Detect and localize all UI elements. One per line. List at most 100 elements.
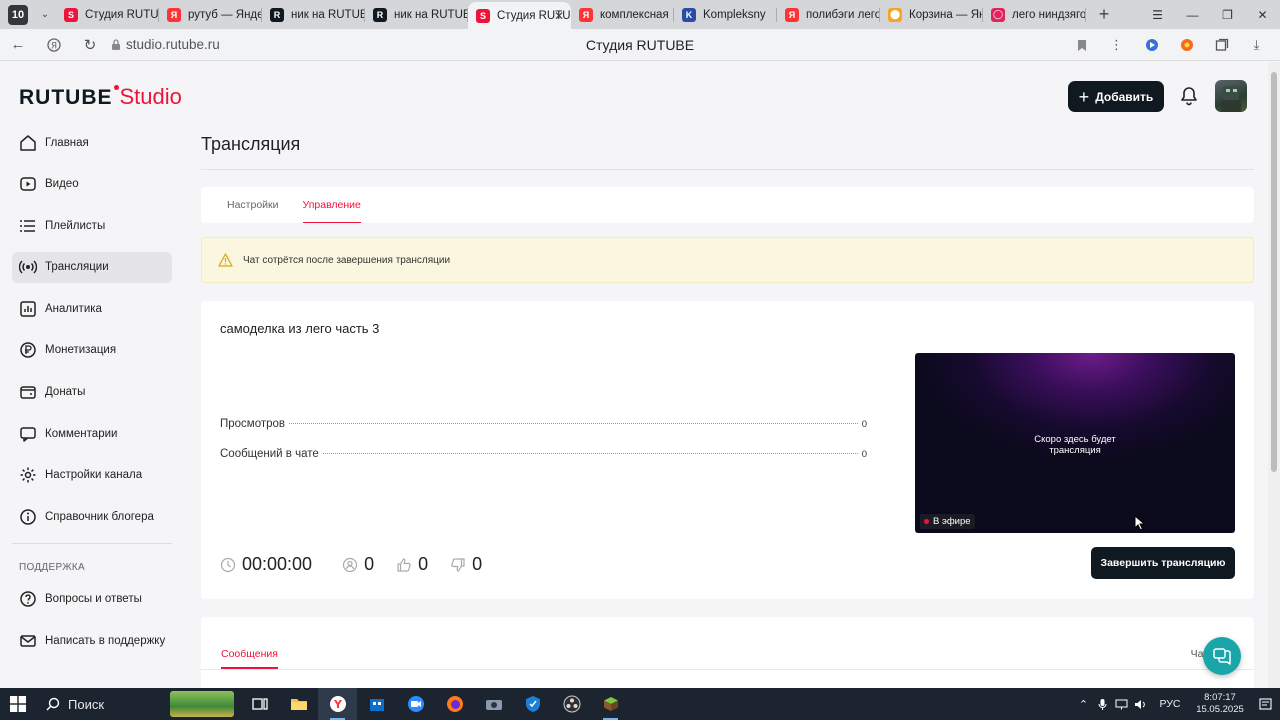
minimize-icon[interactable]: — xyxy=(1175,0,1210,29)
volume-icon[interactable] xyxy=(1131,699,1150,710)
maximize-icon[interactable]: ❐ xyxy=(1210,0,1245,29)
new-tab-button[interactable]: + xyxy=(1092,4,1116,25)
support-chat-button[interactable] xyxy=(1203,637,1241,675)
sidebar-item-help[interactable]: Вопросы и ответы xyxy=(12,584,172,615)
stream-card: самоделка из лего часть 3 Просмотров 0 С… xyxy=(201,301,1254,599)
firefox-icon[interactable] xyxy=(435,688,474,720)
avatar[interactable] xyxy=(1215,80,1247,112)
bookmark-icon[interactable] xyxy=(1064,39,1099,52)
camera-icon[interactable] xyxy=(474,688,513,720)
browser-tab-label: лего ниндзяго xyxy=(1012,8,1086,21)
market-icon: ⬤ xyxy=(888,7,902,22)
sidebar-item-video[interactable]: Видео xyxy=(12,169,172,200)
zoom-icon[interactable] xyxy=(396,688,435,720)
network-icon[interactable] xyxy=(1112,699,1131,710)
sidebar-item-donate[interactable]: Донаты xyxy=(12,377,172,408)
warning-banner: Чат сотрётся после завершения трансляции xyxy=(201,237,1254,283)
browser-tab-label: Kompleksny xyxy=(703,8,766,21)
sidebar-item-analytics[interactable]: Аналитика xyxy=(12,293,172,324)
search-highlight-image[interactable] xyxy=(170,691,234,717)
sidebar-item-broadcast[interactable]: Трансляции xyxy=(12,251,172,283)
sidebar-item-settings[interactable]: Настройки канала xyxy=(12,460,172,491)
video-icon xyxy=(19,175,37,193)
notifications-icon[interactable] xyxy=(1250,697,1280,711)
download-icon[interactable]: ⤓ xyxy=(1239,37,1274,53)
obs-icon[interactable] xyxy=(552,688,591,720)
tab-messages[interactable]: Сообщения xyxy=(221,648,278,669)
sidebar-item-playlist[interactable]: Плейлисты xyxy=(12,210,172,241)
windows-taskbar: Поиск Y ⌃ РУС 8:07:17 15.05.2025 xyxy=(0,688,1280,720)
stat-chat-messages-value: 0 xyxy=(861,449,867,460)
add-button[interactable]: + Добавить xyxy=(1068,81,1164,112)
reload-icon[interactable]: ↻ xyxy=(72,29,108,61)
menu-icon[interactable]: ☰ xyxy=(1140,0,1175,29)
sidebar-item-label: Трансляции xyxy=(45,261,109,274)
browser-tab[interactable]: ⬤ Корзина — Яндекс xyxy=(880,0,983,29)
sidebar-item-mail[interactable]: Написать в поддержку xyxy=(12,626,172,657)
sidebar-item-monetization[interactable]: Монетизация xyxy=(12,335,172,366)
comments-icon xyxy=(19,425,37,443)
sidebar-item-home[interactable]: Главная xyxy=(12,127,172,158)
yandex-icon: Я xyxy=(785,7,799,22)
stat-views-value: 0 xyxy=(861,419,867,430)
sidebar-item-label: Комментарии xyxy=(45,427,118,440)
mail-icon xyxy=(19,632,37,650)
live-counters: 00:00:00 0 0 0 xyxy=(220,554,504,575)
warning-text: Чат сотрётся после завершения трансляции xyxy=(243,254,451,266)
svg-text:Y: Y xyxy=(333,698,343,711)
bell-icon[interactable] xyxy=(1178,85,1200,107)
tab-counter-badge[interactable]: 10 xyxy=(8,4,28,25)
page-title: Трансляция xyxy=(201,134,301,154)
close-icon[interactable]: ✕ xyxy=(1245,0,1280,29)
donate-icon xyxy=(19,383,37,401)
yandex-protect-icon[interactable]: Я xyxy=(36,29,72,61)
sidebar-item-comments[interactable]: Комментарии xyxy=(12,418,172,449)
rutube-studio-logo[interactable]: RUTUBE Studio xyxy=(19,84,182,110)
store-icon[interactable] xyxy=(357,688,396,720)
stream-preview[interactable]: Скоро здесь будет трансляция В эфире xyxy=(915,353,1235,533)
stat-chat-messages: Сообщений в чате 0 xyxy=(220,448,867,460)
rutube-icon: R xyxy=(270,7,284,22)
analytics-icon xyxy=(19,300,37,318)
language-indicator[interactable]: РУС xyxy=(1150,698,1190,710)
sidebar-item-label: Настройки канала xyxy=(45,469,143,482)
browser-tab[interactable]: SСтудия RUTUBE✕ xyxy=(468,2,571,29)
mouse-cursor-icon xyxy=(1134,515,1146,531)
microphone-icon[interactable] xyxy=(1093,698,1112,711)
divider xyxy=(201,169,1254,170)
url-text[interactable]: studio.rutube.ru xyxy=(126,37,220,52)
address-bar: ← Я ↻ studio.rutube.ru Студия RUTUBE ⋮ ⤓ xyxy=(0,29,1280,61)
close-tab-icon[interactable]: ✕ xyxy=(554,9,564,23)
collections-icon[interactable] xyxy=(1204,38,1239,52)
browser-tab[interactable]: Rник на RUTUBE xyxy=(365,0,468,29)
task-view-icon[interactable] xyxy=(240,688,279,720)
file-explorer-icon[interactable] xyxy=(279,688,318,720)
sidebar-item-info[interactable]: Справочник блогера xyxy=(12,501,172,532)
chevron-down-icon[interactable]: ⌄ xyxy=(34,9,56,20)
browser-tab[interactable]: ◯ лего ниндзяго xyxy=(983,0,1086,29)
tab-management[interactable]: Управление xyxy=(302,187,362,223)
windows-start-icon[interactable] xyxy=(0,688,36,720)
playlist-icon xyxy=(19,217,37,235)
back-arrow-icon[interactable]: ← xyxy=(0,29,36,61)
sidebar-item-label: Справочник блогера xyxy=(45,510,154,523)
alice-icon[interactable] xyxy=(1169,38,1204,52)
browser-tab[interactable]: S Студия RUTUBE xyxy=(56,0,159,29)
browser-tab[interactable]: Rник на RUTUBE xyxy=(262,0,365,29)
page-scrollbar[interactable] xyxy=(1268,62,1280,688)
more-vertical-icon[interactable]: ⋮ xyxy=(1099,37,1134,53)
browser-tab[interactable]: Ярутуб — Яндекс xyxy=(159,0,262,29)
tab-settings[interactable]: Настройки xyxy=(227,187,279,223)
browser-tab[interactable]: Якомплексная xyxy=(571,0,674,29)
extension-icon[interactable] xyxy=(1134,38,1169,52)
yandex-browser-icon[interactable]: Y xyxy=(318,688,357,720)
search-icon xyxy=(46,697,60,711)
clock[interactable]: 8:07:17 15.05.2025 xyxy=(1190,692,1250,716)
chevron-up-icon[interactable]: ⌃ xyxy=(1074,698,1093,711)
browser-tab[interactable]: Яполибэги лего xyxy=(777,0,880,29)
end-stream-button[interactable]: Завершить трансляцию xyxy=(1091,547,1235,579)
minecraft-icon[interactable] xyxy=(591,688,630,720)
defender-icon[interactable] xyxy=(513,688,552,720)
browser-tab[interactable]: K Kompleksny xyxy=(674,0,777,29)
browser-tab-label: ник на RUTUBE xyxy=(394,8,468,21)
